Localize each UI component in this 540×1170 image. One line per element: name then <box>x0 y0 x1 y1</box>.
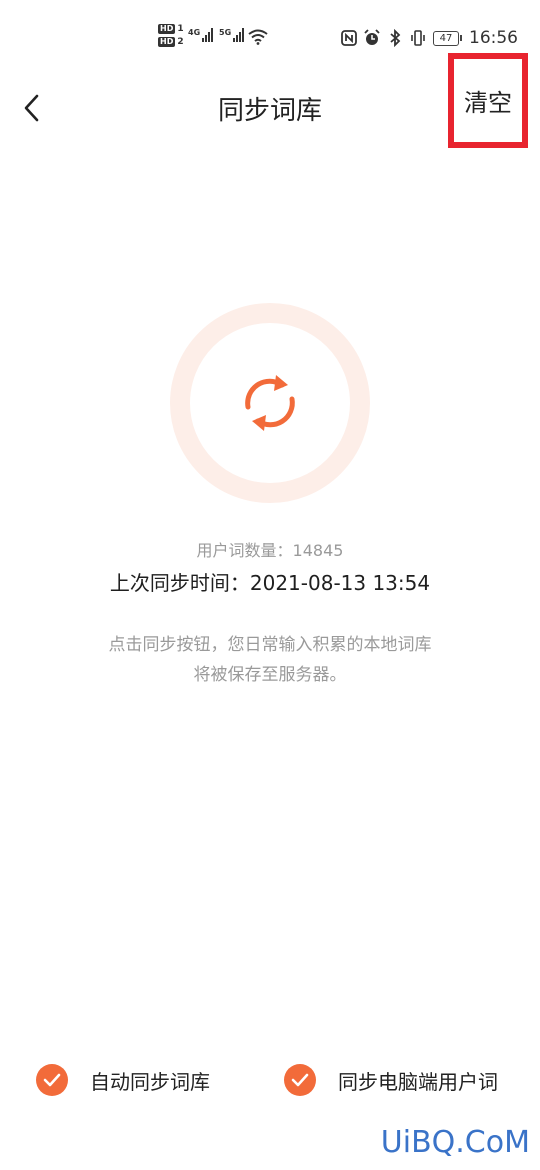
sync-icon <box>245 375 295 431</box>
bluetooth-icon <box>390 29 401 47</box>
battery-icon: 47 <box>433 30 462 46</box>
clock: 16:56 <box>469 28 518 48</box>
sync-hint: 点击同步按钮，您日常输入积累的本地词库 将被保存至服务器。 <box>0 630 540 690</box>
wifi-icon <box>248 29 268 45</box>
clear-button-label: 清空 <box>464 89 512 117</box>
option-label: 自动同步词库 <box>90 1069 210 1094</box>
option-label: 同步电脑端用户词 <box>338 1069 498 1094</box>
network-type: 4G <box>188 28 201 37</box>
signal-icon: 4G <box>188 28 214 42</box>
battery-level: 47 <box>433 30 459 46</box>
clear-button[interactable]: 清空 <box>448 53 528 148</box>
hd-badge: HD <box>158 37 176 47</box>
sync-button[interactable] <box>170 303 370 503</box>
check-icon <box>36 1064 68 1096</box>
sim-number: 1 <box>177 24 184 34</box>
signal-icon: 5G <box>219 28 245 42</box>
sync-pc-words-option[interactable]: 同步电脑端用户词 <box>284 1064 498 1096</box>
network-type: 5G <box>219 28 232 37</box>
hd-badge: HD <box>158 24 176 34</box>
user-word-count: 用户词数量：14845 <box>196 541 344 560</box>
check-icon <box>284 1064 316 1096</box>
sync-hint-line: 将被保存至服务器。 <box>193 665 347 685</box>
vibrate-icon <box>411 30 425 46</box>
top-app-bar: 同步词库 清空 <box>0 53 540 152</box>
sim-indicators: HD 1 HD 2 <box>158 24 184 47</box>
sim-number: 2 <box>177 37 184 47</box>
watermark: UiBQ.CoM <box>380 1125 530 1160</box>
last-sync-time: 上次同步时间：2021-08-13 13:54 <box>109 571 431 595</box>
auto-sync-option[interactable]: 自动同步词库 <box>36 1064 210 1096</box>
status-right-group: 47 16:56 <box>341 28 518 48</box>
sync-hint-line: 点击同步按钮，您日常输入积累的本地词库 <box>108 635 432 655</box>
alarm-icon <box>364 29 380 45</box>
nfc-icon <box>341 30 357 46</box>
